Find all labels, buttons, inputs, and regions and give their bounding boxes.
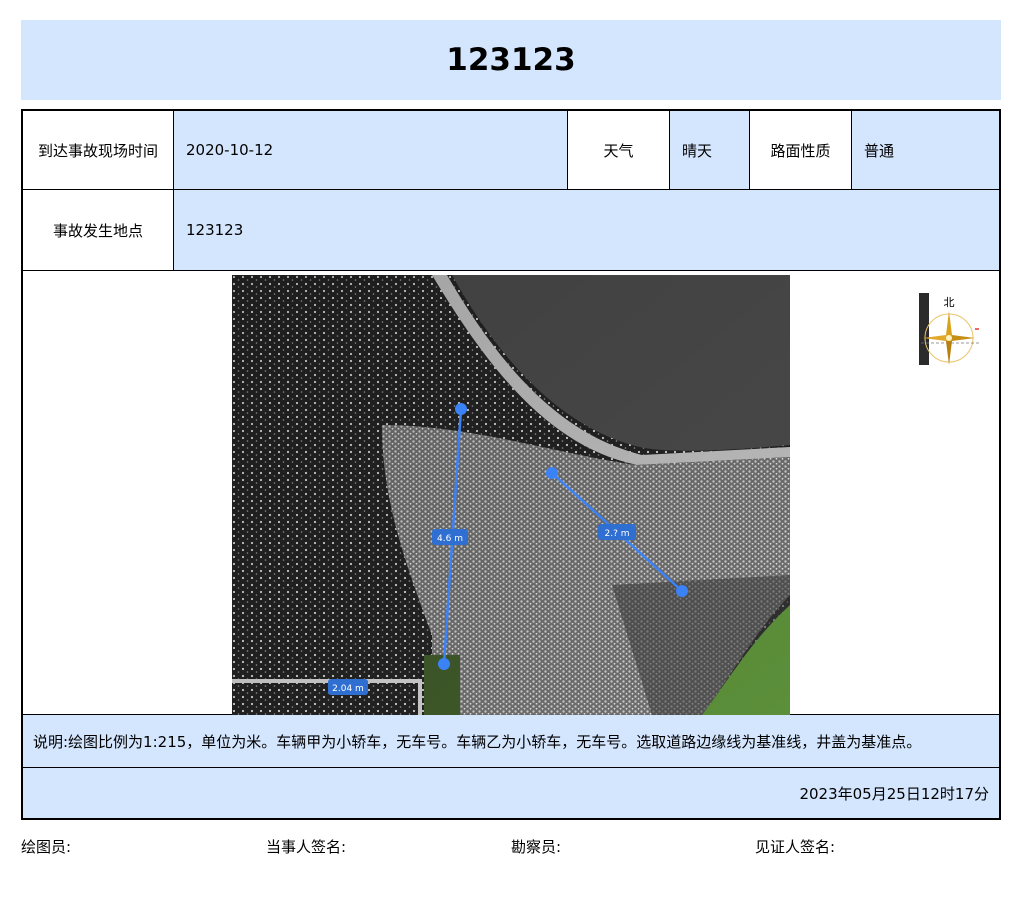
- weather-label: 天气: [567, 111, 669, 189]
- road-surface-value: 普通: [851, 111, 999, 189]
- location-value: 123123: [173, 190, 999, 270]
- page-title: 123123: [21, 20, 1001, 100]
- compass-north-label: 北: [944, 296, 955, 309]
- measure-point[interactable]: [676, 585, 688, 597]
- drafter-signature: 绘图员:: [21, 838, 72, 856]
- note-row: 说明:绘图比例为1:215，单位为米。车辆甲为小轿车，无车号。车辆乙为小轿车，无…: [23, 715, 999, 768]
- info-row-2: 事故发生地点 123123: [23, 190, 999, 271]
- measure-point[interactable]: [455, 403, 467, 415]
- scene-pointcloud-image: 4.6 m 2.? m 2.04 m: [232, 275, 790, 715]
- road-surface-label: 路面性质: [749, 111, 851, 189]
- timestamp-row: 2023年05月25日12时17分: [23, 768, 999, 818]
- measure-label-3: 2.04 m: [332, 684, 364, 694]
- surveyor-signature: 勘察员:: [511, 838, 562, 856]
- arrival-time-label: 到达事故现场时间: [23, 111, 173, 189]
- diagram-row: 4.6 m 2.? m 2.04 m 北: [23, 271, 999, 715]
- measure-point[interactable]: [438, 658, 450, 670]
- arrival-time-value: 2020-10-12: [173, 111, 567, 189]
- compass-north-icon: 北: [919, 293, 981, 365]
- witness-signature: 见证人签名:: [755, 838, 836, 856]
- measure-label-1: 4.6 m: [437, 534, 463, 544]
- signature-footer: 绘图员: 当事人签名: 勘察员: 见证人签名:: [21, 836, 1001, 858]
- measure-label-2: 2.? m: [605, 529, 630, 539]
- location-label: 事故发生地点: [23, 190, 173, 270]
- accident-form: 到达事故现场时间 2020-10-12 天气 晴天 路面性质 普通 事故发生地点…: [21, 109, 1001, 820]
- weather-value: 晴天: [669, 111, 749, 189]
- info-row-1: 到达事故现场时间 2020-10-12 天气 晴天 路面性质 普通: [23, 111, 999, 190]
- measure-point[interactable]: [546, 467, 558, 479]
- party-signature: 当事人签名:: [266, 838, 347, 856]
